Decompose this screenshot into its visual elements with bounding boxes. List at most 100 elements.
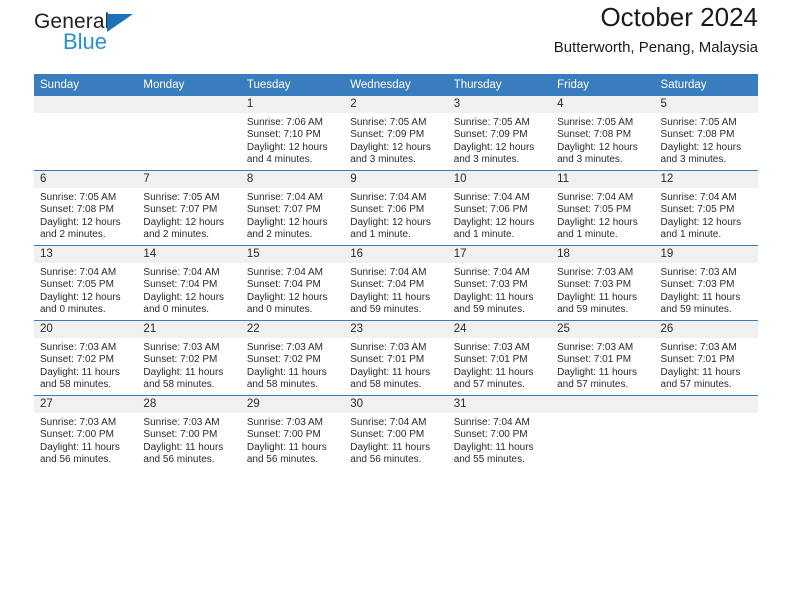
- day-detail-line: Daylight: 12 hours: [350, 216, 431, 228]
- day-details: Sunrise: 7:05 AM Sunset: 7:08 PM Daylight:…: [551, 113, 654, 167]
- calendar-day-cell[interactable]: 28 Sunrise: 7:03 AM Sunset: 7:00 PM Dayligh…: [137, 395, 241, 470]
- calendar-week-row: 13 Sunrise: 7:04 AM Sunset: 7:05 PM Dayligh…: [34, 245, 758, 321]
- day-details: Sunrise: 7:03 AM Sunset: 7:00 PM Daylight:…: [241, 413, 344, 467]
- day-number: 10: [447, 171, 552, 188]
- day-detail-line: Sunrise: 7:03 AM: [557, 342, 634, 353]
- day-details: Sunrise: 7:05 AM Sunset: 7:07 PM Daylight:…: [137, 188, 240, 242]
- day-detail-line: and 59 minutes.: [557, 304, 629, 316]
- calendar-day-cell[interactable]: 26 Sunrise: 7:03 AM Sunset: 7:01 PM Dayligh…: [654, 320, 758, 396]
- calendar-day-cell[interactable]: 6 Sunrise: 7:05 AM Sunset: 7:08 PM Daylight…: [34, 170, 138, 246]
- day-details: Sunrise: 7:04 AM Sunset: 7:03 PM Daylight:…: [448, 263, 551, 317]
- day-detail-line: and 2 minutes.: [40, 229, 106, 241]
- day-detail-line: Sunrise: 7:03 AM: [246, 342, 323, 353]
- day-details: Sunrise: 7:04 AM Sunset: 7:04 PM Daylight:…: [241, 263, 344, 317]
- calendar-day-cell[interactable]: 19 Sunrise: 7:03 AM Sunset: 7:03 PM Dayligh…: [654, 245, 758, 321]
- general-blue-logo[interactable]: General Blue: [34, 10, 154, 62]
- calendar-day-cell[interactable]: 22 Sunrise: 7:03 AM Sunset: 7:02 PM Dayligh…: [240, 320, 345, 396]
- day-details: Sunrise: 7:05 AM Sunset: 7:08 PM Daylight:…: [34, 188, 137, 242]
- day-number: 5: [654, 96, 758, 113]
- day-details: Sunrise: 7:03 AM Sunset: 7:01 PM Daylight:…: [655, 338, 758, 392]
- day-detail-line: and 0 minutes.: [246, 304, 313, 316]
- day-detail-line: Daylight: 11 hours: [350, 441, 431, 453]
- day-detail-line: Sunrise: 7:04 AM: [40, 267, 117, 278]
- day-number: 16: [344, 246, 448, 263]
- weekday-header-wednesday: Wednesday: [344, 74, 448, 96]
- calendar-day-cell[interactable]: 27 Sunrise: 7:03 AM Sunset: 7:00 PM Dayligh…: [34, 395, 138, 470]
- day-number: 4: [551, 96, 655, 113]
- calendar-day-cell-empty: [34, 96, 138, 171]
- day-detail-line: Daylight: 12 hours: [557, 216, 638, 228]
- calendar-day-cell[interactable]: 2 Sunrise: 7:05 AM Sunset: 7:09 PM Daylight…: [344, 96, 448, 171]
- day-number: 18: [551, 246, 655, 263]
- day-detail-line: Sunrise: 7:04 AM: [660, 192, 737, 203]
- day-detail-line: Sunrise: 7:03 AM: [660, 342, 737, 353]
- day-detail-line: and 1 minute.: [660, 229, 722, 241]
- day-details: Sunrise: 7:03 AM Sunset: 7:00 PM Daylight:…: [34, 413, 137, 467]
- day-number: 15: [240, 246, 345, 263]
- calendar-week-row: 6 Sunrise: 7:05 AM Sunset: 7:08 PM Daylight…: [34, 170, 758, 246]
- day-detail-line: Sunset: 7:08 PM: [557, 129, 632, 141]
- day-detail-line: and 58 minutes.: [143, 379, 215, 391]
- calendar-day-cell[interactable]: 14 Sunrise: 7:04 AM Sunset: 7:04 PM Dayligh…: [137, 245, 241, 321]
- day-details: Sunrise: 7:03 AM Sunset: 7:00 PM Daylight:…: [137, 413, 240, 467]
- day-details: Sunrise: 7:04 AM Sunset: 7:05 PM Daylight:…: [655, 188, 758, 242]
- day-detail-line: and 57 minutes.: [660, 379, 732, 391]
- calendar-day-cell[interactable]: 24 Sunrise: 7:03 AM Sunset: 7:01 PM Dayligh…: [447, 320, 552, 396]
- day-number: 21: [137, 321, 241, 338]
- calendar-day-cell[interactable]: 8 Sunrise: 7:04 AM Sunset: 7:07 PM Daylight…: [240, 170, 345, 246]
- day-detail-line: Daylight: 12 hours: [143, 216, 225, 228]
- calendar-day-cell[interactable]: 12 Sunrise: 7:04 AM Sunset: 7:05 PM Dayligh…: [654, 170, 758, 246]
- calendar-day-cell[interactable]: 10 Sunrise: 7:04 AM Sunset: 7:06 PM Dayligh…: [447, 170, 552, 246]
- calendar-day-cell[interactable]: 11 Sunrise: 7:04 AM Sunset: 7:05 PM Dayligh…: [551, 170, 655, 246]
- day-details: Sunrise: 7:03 AM Sunset: 7:01 PM Daylight:…: [448, 338, 551, 392]
- calendar-day-cell[interactable]: 18 Sunrise: 7:03 AM Sunset: 7:03 PM Dayligh…: [551, 245, 655, 321]
- calendar-day-cell[interactable]: 21 Sunrise: 7:03 AM Sunset: 7:02 PM Dayligh…: [137, 320, 241, 396]
- calendar-day-cell[interactable]: 7 Sunrise: 7:05 AM Sunset: 7:07 PM Daylight…: [137, 170, 241, 246]
- day-detail-line: Daylight: 11 hours: [143, 441, 224, 453]
- calendar-day-cell[interactable]: 25 Sunrise: 7:03 AM Sunset: 7:01 PM Dayligh…: [551, 320, 655, 396]
- day-detail-line: Sunset: 7:10 PM: [246, 129, 321, 141]
- day-detail-line: Sunset: 7:06 PM: [350, 204, 425, 216]
- day-detail-line: Daylight: 11 hours: [143, 366, 224, 378]
- calendar-day-cell[interactable]: 30 Sunrise: 7:04 AM Sunset: 7:00 PM Dayligh…: [344, 395, 448, 470]
- calendar-day-cell[interactable]: 20 Sunrise: 7:03 AM Sunset: 7:02 PM Dayligh…: [34, 320, 138, 396]
- calendar-page: General Blue October 2024 Butterworth, P…: [0, 0, 792, 612]
- calendar-day-cell[interactable]: 1 Sunrise: 7:06 AM Sunset: 7:10 PM Daylight…: [240, 96, 345, 171]
- day-detail-line: Sunrise: 7:04 AM: [350, 267, 427, 278]
- calendar-day-cell[interactable]: 15 Sunrise: 7:04 AM Sunset: 7:04 PM Dayligh…: [240, 245, 345, 321]
- logo-text-blue: Blue: [63, 29, 108, 54]
- day-number: 7: [137, 171, 241, 188]
- day-detail-line: Sunrise: 7:03 AM: [143, 417, 220, 428]
- day-detail-line: Daylight: 12 hours: [40, 291, 121, 303]
- day-detail-line: and 59 minutes.: [453, 304, 525, 316]
- day-detail-line: Sunset: 7:02 PM: [246, 354, 321, 366]
- logo-triangle-icon: [107, 14, 133, 32]
- day-detail-line: Sunrise: 7:04 AM: [557, 192, 634, 203]
- day-detail-line: Sunset: 7:05 PM: [557, 204, 632, 216]
- day-detail-line: Sunset: 7:00 PM: [143, 429, 218, 441]
- day-number: 31: [447, 396, 552, 413]
- calendar-day-cell[interactable]: 5 Sunrise: 7:05 AM Sunset: 7:08 PM Daylight…: [654, 96, 758, 171]
- calendar-day-cell[interactable]: 9 Sunrise: 7:04 AM Sunset: 7:06 PM Daylight…: [344, 170, 448, 246]
- calendar-day-cell[interactable]: 16 Sunrise: 7:04 AM Sunset: 7:04 PM Dayligh…: [344, 245, 448, 321]
- day-detail-line: Daylight: 12 hours: [143, 291, 225, 303]
- day-detail-line: Sunset: 7:01 PM: [660, 354, 735, 366]
- day-number: 9: [344, 171, 448, 188]
- day-detail-line: Sunset: 7:03 PM: [557, 279, 632, 291]
- day-details: Sunrise: 7:04 AM Sunset: 7:06 PM Daylight:…: [448, 188, 551, 242]
- calendar-day-cell[interactable]: 3 Sunrise: 7:05 AM Sunset: 7:09 PM Daylight…: [447, 96, 552, 171]
- page-header: General Blue October 2024 Butterworth, P…: [34, 0, 758, 74]
- day-detail-line: Sunrise: 7:03 AM: [350, 342, 427, 353]
- calendar-day-cell[interactable]: 29 Sunrise: 7:03 AM Sunset: 7:00 PM Dayligh…: [240, 395, 345, 470]
- calendar-day-cell[interactable]: 23 Sunrise: 7:03 AM Sunset: 7:01 PM Dayligh…: [344, 320, 448, 396]
- day-details: Sunrise: 7:04 AM Sunset: 7:04 PM Daylight:…: [344, 263, 447, 317]
- calendar-day-cell[interactable]: 17 Sunrise: 7:04 AM Sunset: 7:03 PM Dayligh…: [447, 245, 552, 321]
- day-detail-line: Sunrise: 7:04 AM: [350, 192, 427, 203]
- calendar-day-cell[interactable]: 13 Sunrise: 7:04 AM Sunset: 7:05 PM Dayligh…: [34, 245, 138, 321]
- day-detail-line: Sunset: 7:04 PM: [350, 279, 425, 291]
- calendar-day-cell[interactable]: 4 Sunrise: 7:05 AM Sunset: 7:08 PM Daylight…: [551, 96, 655, 171]
- sunrise-sunset-calendar: Sunday Monday Tuesday Wednesday Thursday Frid…: [34, 74, 758, 470]
- weekday-header-thursday: Thursday: [447, 74, 552, 96]
- calendar-day-cell[interactable]: 31 Sunrise: 7:04 AM Sunset: 7:00 PM Dayligh…: [447, 395, 552, 470]
- page-subtitle: Butterworth, Penang, Malaysia: [553, 39, 758, 56]
